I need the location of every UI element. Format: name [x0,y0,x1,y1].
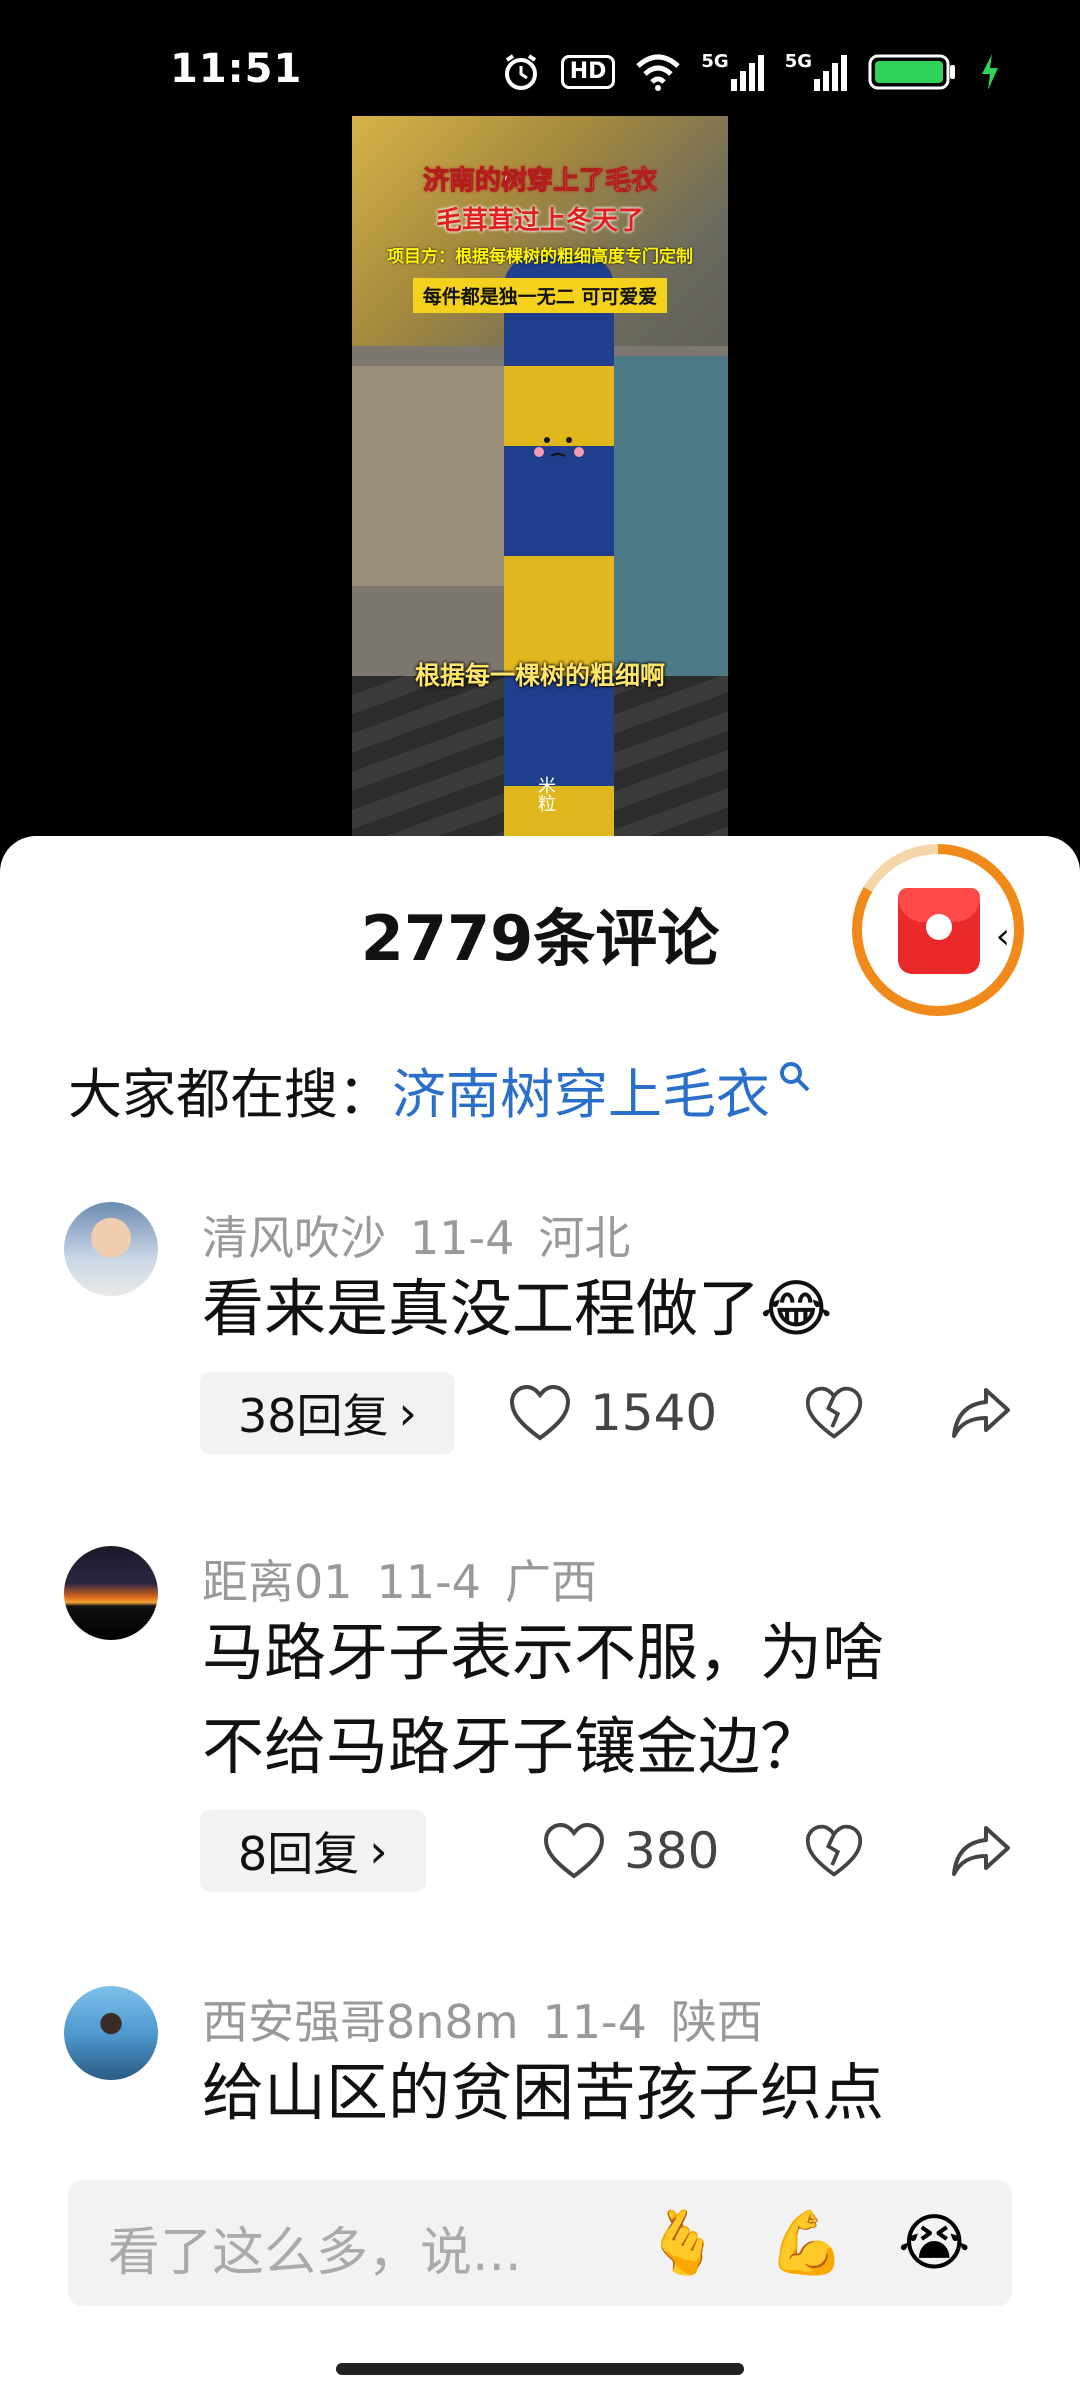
comment-item: 距离01 11-4 广西 马路牙子表示不服，为啥 不给马路牙子镶金边？ 8回复 › … [0,1546,1080,1926]
like-count: 380 [624,1822,720,1880]
comment-meta: 西安强哥8n8m 11-4 陕西 [202,1986,787,2052]
crying-emoji-button[interactable]: 😭 [898,2204,970,2282]
comment-region: 陕西 [670,1995,763,2049]
video-watermark: 米粒 [535,776,556,812]
comment-text: 马路牙子表示不服，为啥 不给马路牙子镶金边？ [202,1616,885,1783]
comment-text: 给山区的贫困苦孩子织点 [202,2056,885,2129]
avatar[interactable] [64,1202,158,1296]
video-caption-title: 济南的树穿上了毛衣 [422,166,657,197]
comment-input[interactable]: 看了这么多，说... 🫰 💪 😭 [68,2180,1012,2306]
share-icon[interactable] [950,1384,1012,1442]
status-icons: HD 5G 5G [501,50,1000,94]
charging-icon [982,54,998,90]
heart-icon [543,1822,605,1879]
hd-voice-icon: HD [560,55,616,89]
signal-5g-icon: 5G [785,53,848,91]
signal-5g-icon: 5G [701,53,764,91]
like-button[interactable]: 380 [542,1822,719,1880]
video-subtitle: 根据每一棵树的粗细啊 [414,661,665,690]
comment-text: 看来是真没工程做了😂 [202,1272,833,1345]
trending-search-link[interactable]: 济南树穿上毛衣 [392,1050,770,1129]
comment-meta: 距离01 11-4 广西 [202,1546,621,1612]
search-icon[interactable] [778,1060,812,1094]
video-caption-line4: 每件都是独一无二 可可爱爱 [352,278,728,313]
red-envelope-icon [898,888,980,974]
trending-search: 大家都在搜： 济南树穿上毛衣 [68,1050,812,1129]
wifi-icon [636,54,681,91]
like-count: 1540 [590,1384,718,1442]
video-player[interactable]: 济南的树穿上了毛衣 毛茸茸过上冬天了 项目方：根据每棵树的粗细高度专门定制 每件… [352,116,728,836]
knitted-tree-trunk [504,256,614,836]
like-button[interactable]: 1540 [508,1384,717,1442]
broken-heart-icon[interactable] [804,1384,864,1442]
finger-heart-emoji-button[interactable]: 🫰 [644,2204,721,2282]
comment-region: 河北 [538,1211,631,1265]
comment-username[interactable]: 清风吹沙 [202,1211,386,1265]
muscle-emoji-button[interactable]: 💪 [768,2204,845,2282]
alarm-icon [504,54,537,90]
comment-item: 清风吹沙 11-4 河北 看来是真没工程做了😂 38回复 › 1540 [0,1202,1080,1482]
avatar[interactable] [64,1986,158,2080]
comment-input-placeholder: 看了这么多，说... [108,2223,522,2283]
trending-search-prefix: 大家都在搜： [68,1063,392,1126]
video-caption-subtitle: 毛茸茸过上冬天了 [435,206,644,236]
share-icon[interactable] [950,1822,1012,1880]
broken-heart-icon[interactable] [804,1822,864,1880]
comment-username[interactable]: 距离01 [202,1555,353,1609]
avatar[interactable] [64,1546,158,1640]
comment-sheet: 2779条评论 ‹ 大家都在搜： 济南树穿上毛衣 清风吹沙 11-4 河北 看来是真… [0,836,1080,2400]
comment-date: 11-4 [376,1555,481,1609]
video-caption-line3: 项目方：根据每棵树的粗细高度专门定制 [387,247,693,267]
heart-icon [509,1384,571,1441]
comment-meta: 清风吹沙 11-4 河北 [202,1202,654,1268]
home-indicator[interactable] [336,2363,744,2375]
battery-icon [868,54,955,90]
comment-username[interactable]: 西安强哥8n8m [202,1995,519,2049]
comment-date: 11-4 [410,1211,515,1265]
status-time: 11:51 [170,46,303,92]
knitted-face-icon [534,437,584,457]
red-packet-button[interactable]: ‹ [852,844,1024,1016]
comment-date: 11-4 [542,1995,647,2049]
comment-region: 广西 [504,1555,597,1609]
close-chevron-icon[interactable]: ‹ [996,916,1010,957]
